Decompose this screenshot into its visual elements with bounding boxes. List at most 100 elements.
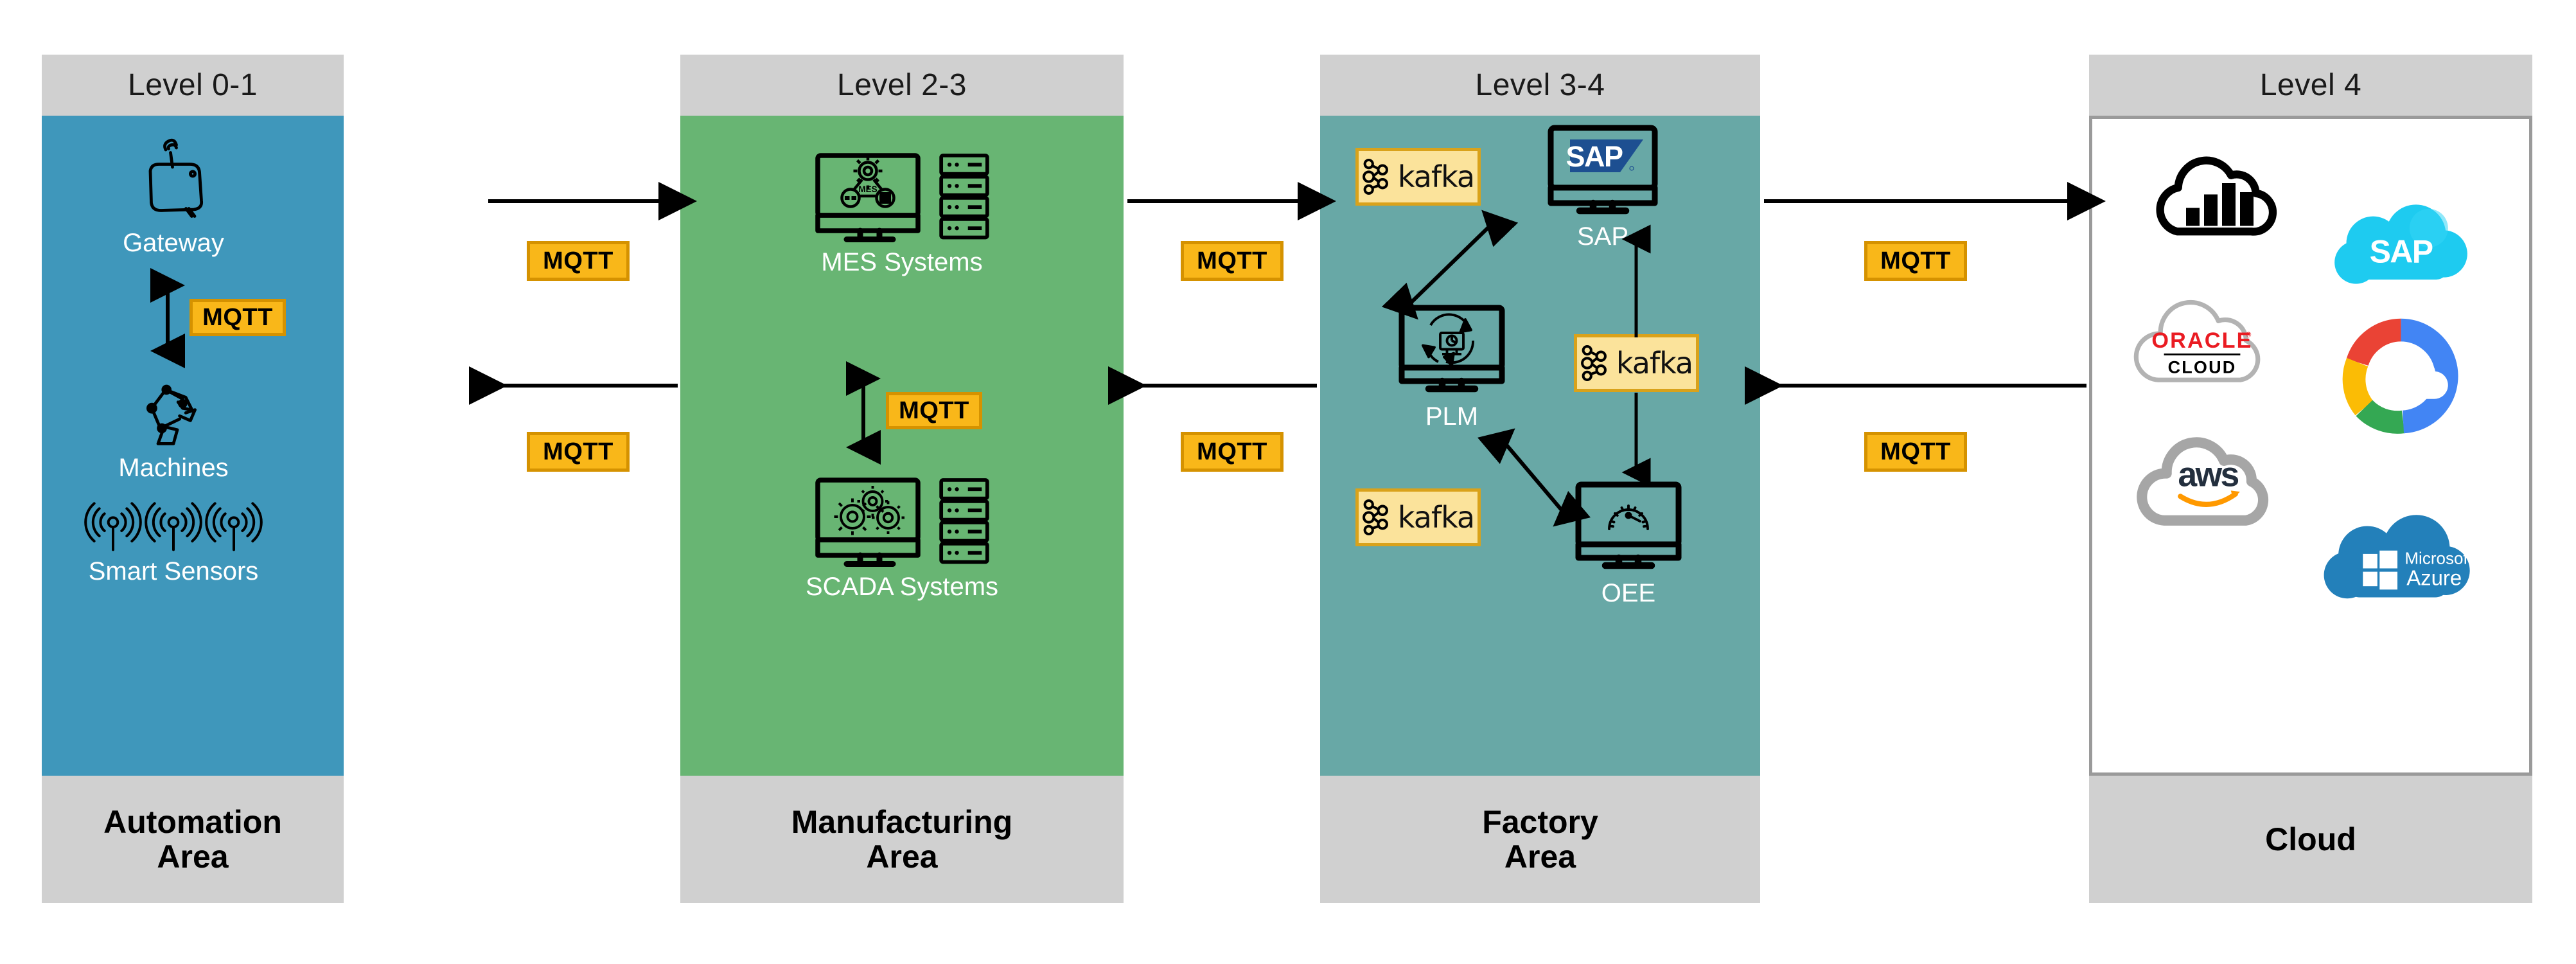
kafka-logo-icon — [1362, 497, 1391, 537]
badge-kafka-top-left[interactable]: kafka — [1355, 148, 1481, 206]
aws-cloud-icon: aws — [2128, 421, 2288, 543]
node-sap-cloud[interactable]: SAP — [2304, 202, 2497, 299]
robot-arm-icon — [135, 373, 212, 450]
column-automation-level-label: Level 0-1 — [128, 68, 258, 102]
column-manufacturing-body: MES MES Systems MQTT SCADA Systems — [680, 116, 1124, 776]
badge-mqtt-gap2-top[interactable]: MQTT — [1181, 241, 1284, 281]
badge-kafka-top-left-label: kafka — [1397, 159, 1475, 194]
svg-text:SAP: SAP — [2369, 233, 2432, 269]
node-scada-systems[interactable]: SCADA Systems — [773, 472, 1030, 602]
column-factory-footer: Factory Area — [1320, 776, 1760, 903]
column-cloud-footer: Cloud — [2089, 776, 2532, 903]
badge-kafka-bottom-left[interactable]: kafka — [1355, 488, 1481, 546]
wireless-sensor-icon — [84, 498, 263, 553]
node-azure-cloud[interactable]: Microsoft Azure — [2291, 508, 2503, 620]
gateway-router-icon — [125, 129, 222, 225]
node-google-cloud[interactable] — [2304, 312, 2497, 440]
column-factory-footer-line2: Area — [1504, 839, 1576, 875]
scada-monitor-server-icon — [812, 472, 992, 569]
column-manufacturing-level-label: Level 2-3 — [837, 68, 967, 102]
column-manufacturing-footer: Manufacturing Area — [680, 776, 1124, 903]
node-scada-systems-label: SCADA Systems — [805, 573, 999, 601]
badge-kafka-right[interactable]: kafka — [1574, 334, 1699, 392]
column-automation-footer: Automation Area — [42, 776, 344, 903]
badge-mqtt-gap3-top-label: MQTT — [1880, 247, 1951, 274]
badge-kafka-bottom-left-label: kafka — [1397, 500, 1475, 535]
node-machines[interactable]: Machines — [74, 373, 273, 483]
svg-text:SAP: SAP — [1566, 140, 1623, 173]
node-mes-systems[interactable]: MES MES Systems — [773, 148, 1030, 277]
column-cloud-level-header: Level 4 — [2089, 55, 2532, 116]
node-gateway-label: Gateway — [123, 229, 224, 257]
node-analytics-cloud[interactable] — [2124, 138, 2311, 251]
svg-text:MES: MES — [858, 184, 877, 194]
column-automation: Level 0-1 Gateway MQTT Machines Smart Se… — [42, 55, 344, 903]
badge-mqtt-gap3-bottom-label: MQTT — [1880, 438, 1951, 465]
column-manufacturing: Level 2-3 MES MES Systems MQTT SCADA Sys… — [680, 55, 1124, 903]
column-cloud: Level 4 SAP ORACLE ® CLOUD aws Microsoft… — [2089, 55, 2532, 903]
badge-mqtt-gateway-machines-label: MQTT — [202, 303, 273, 331]
badge-mqtt-gateway-machines[interactable]: MQTT — [190, 299, 286, 336]
column-automation-level-header: Level 0-1 — [42, 55, 344, 116]
arrow-oee-to-sap — [1621, 224, 1651, 337]
node-plm-label: PLM — [1425, 402, 1479, 431]
mes-monitor-server-icon: MES — [812, 148, 992, 244]
column-cloud-level-label: Level 4 — [2259, 68, 2362, 102]
architecture-diagram: Level 0-1 Gateway MQTT Machines Smart Se… — [0, 0, 2576, 964]
badge-mqtt-gap1-bottom-label: MQTT — [543, 438, 613, 465]
node-oee[interactable]: OEE — [1539, 479, 1718, 608]
oracle-cloud-icon: ORACLE ® CLOUD — [2121, 283, 2295, 398]
node-mes-systems-label: MES Systems — [821, 248, 983, 276]
badge-mqtt-gap1-top[interactable]: MQTT — [527, 241, 630, 281]
badge-mqtt-gap2-bottom-label: MQTT — [1197, 438, 1267, 465]
svg-text:aws: aws — [2178, 456, 2238, 494]
badge-mqtt-gap1-top-label: MQTT — [543, 247, 613, 274]
svg-text:ORACLE: ORACLE — [2151, 328, 2252, 353]
arrow-gateway-machines — [150, 268, 185, 368]
badge-mqtt-gap3-bottom[interactable]: MQTT — [1864, 432, 1967, 472]
node-machines-label: Machines — [118, 454, 229, 482]
column-factory-footer-line1: Factory — [1482, 804, 1598, 840]
badge-mqtt-mes-scada[interactable]: MQTT — [886, 392, 982, 429]
column-factory-level-header: Level 3-4 — [1320, 55, 1760, 116]
arrow-mes-scada — [846, 361, 881, 465]
column-automation-footer-line1: Automation — [103, 804, 282, 840]
svg-text:CLOUD: CLOUD — [2168, 357, 2237, 377]
column-cloud-footer-line1: Cloud — [2265, 821, 2356, 857]
column-automation-body: Gateway MQTT Machines Smart Sensors — [42, 116, 344, 776]
node-smart-sensors-label: Smart Sensors — [88, 557, 259, 585]
oee-gauge-monitor-icon — [1571, 479, 1686, 575]
node-sap[interactable]: SAP SAP — [1513, 122, 1693, 251]
sap-cloud-icon: SAP — [2325, 202, 2476, 299]
badge-mqtt-mes-scada-label: MQTT — [899, 397, 969, 424]
badge-mqtt-gap3-top[interactable]: MQTT — [1864, 241, 1967, 281]
badge-mqtt-gap1-bottom[interactable]: MQTT — [527, 432, 630, 472]
node-sap-label: SAP — [1576, 222, 1629, 251]
microsoft-azure-cloud-icon: Microsoft Azure — [2314, 508, 2481, 620]
column-factory-level-label: Level 3-4 — [1475, 68, 1605, 102]
column-manufacturing-footer-line2: Area — [866, 839, 938, 875]
node-gateway[interactable]: Gateway — [74, 129, 273, 258]
badge-kafka-right-label: kafka — [1616, 346, 1693, 380]
node-oee-label: OEE — [1601, 579, 1656, 607]
cloud-bar-chart-icon — [2137, 138, 2298, 251]
column-manufacturing-level-header: Level 2-3 — [680, 55, 1124, 116]
arrow-kafka-to-oee — [1621, 393, 1651, 487]
plm-monitor-icon — [1394, 302, 1510, 398]
sap-monitor-icon: SAP — [1542, 122, 1664, 219]
column-cloud-body: SAP ORACLE ® CLOUD aws Microsoft Azure — [2089, 116, 2532, 776]
column-manufacturing-footer-line1: Manufacturing — [791, 804, 1013, 840]
badge-mqtt-gap2-bottom[interactable]: MQTT — [1181, 432, 1284, 472]
svg-text:®: ® — [2246, 332, 2251, 339]
node-oracle-cloud[interactable]: ORACLE ® CLOUD — [2105, 283, 2311, 398]
column-factory-body: kafka SAP SAP PLM kafka kafka OEE — [1320, 116, 1760, 776]
column-automation-footer-line2: Area — [157, 839, 229, 875]
column-factory: Level 3-4 kafka SAP SAP PLM kafka kafka … — [1320, 55, 1760, 903]
node-smart-sensors[interactable]: Smart Sensors — [55, 498, 292, 586]
node-aws-cloud[interactable]: aws — [2112, 421, 2304, 543]
google-cloud-icon — [2332, 312, 2470, 440]
svg-text:Microsoft: Microsoft — [2404, 549, 2473, 568]
badge-mqtt-gap2-top-label: MQTT — [1197, 247, 1267, 274]
node-plm[interactable]: PLM — [1359, 302, 1545, 431]
svg-text:Azure: Azure — [2406, 566, 2462, 589]
